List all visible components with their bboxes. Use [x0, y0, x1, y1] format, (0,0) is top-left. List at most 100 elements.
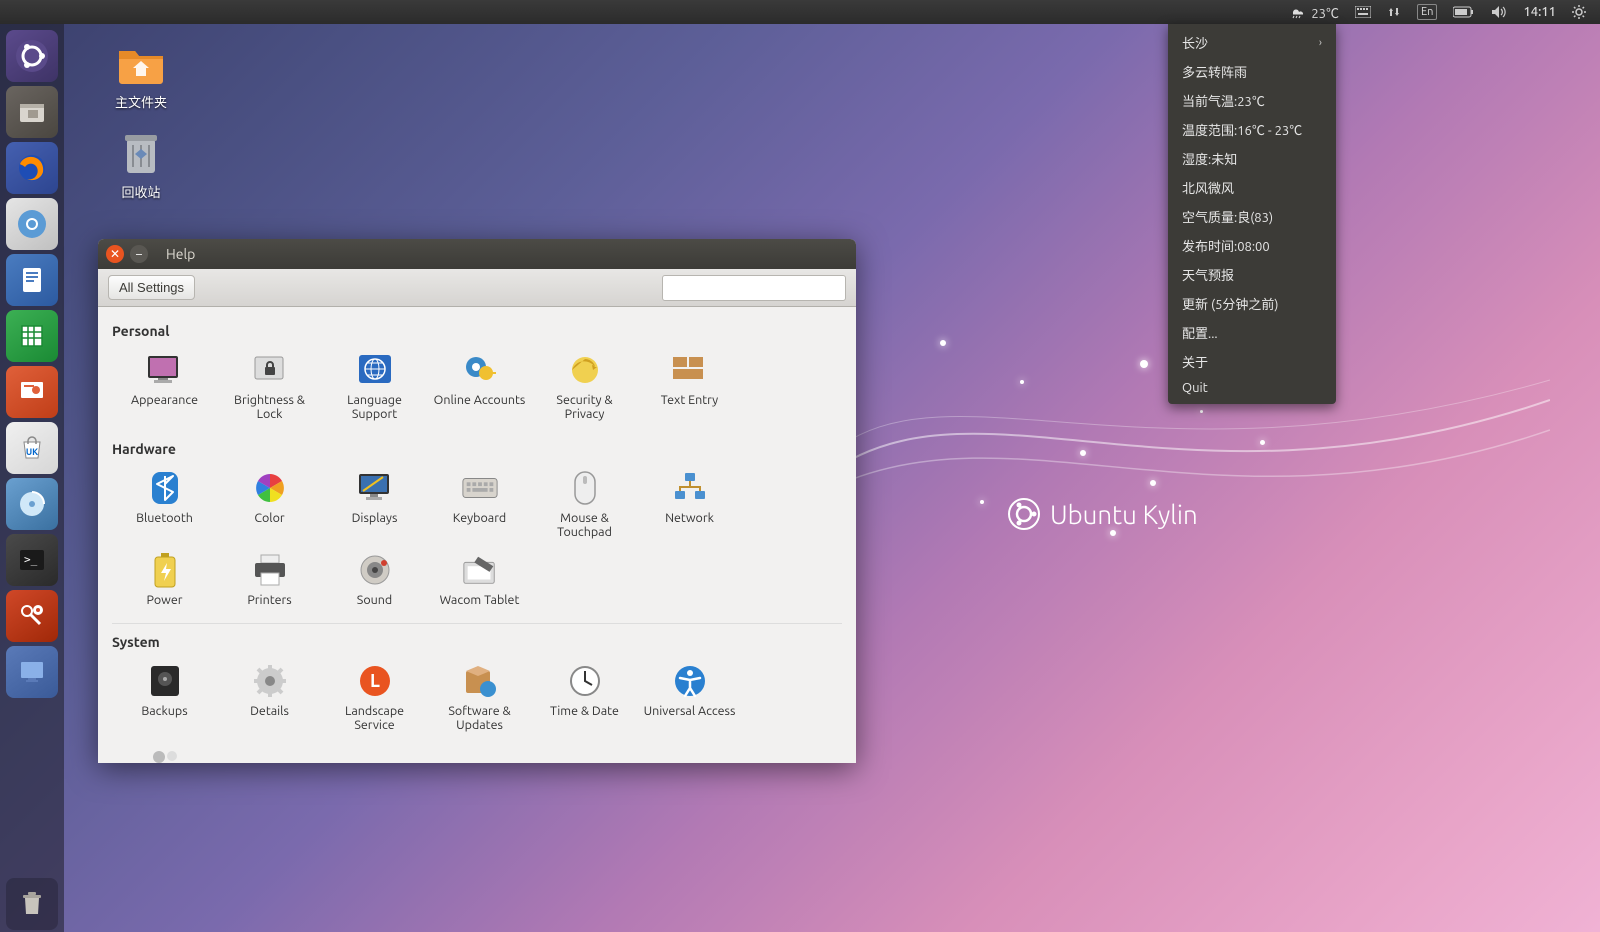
weather-about-item[interactable]: 关于: [1168, 347, 1336, 376]
weather-config-item[interactable]: 配置...: [1168, 318, 1336, 347]
tile-universal-access[interactable]: Universal Access: [637, 658, 742, 736]
launcher-firefox[interactable]: [6, 142, 58, 194]
sound-indicator[interactable]: [1483, 0, 1515, 24]
wrench-gear-icon: [14, 598, 50, 634]
landscape-service-icon: L: [356, 662, 394, 700]
tile-power[interactable]: Power: [112, 547, 217, 611]
input-method-indicator[interactable]: En: [1409, 0, 1445, 24]
launcher-monitor[interactable]: [6, 646, 58, 698]
tile-software-updates[interactable]: Software & Updates: [427, 658, 532, 736]
tile-text-entry[interactable]: Text Entry: [637, 347, 742, 425]
monitor-icon: [14, 654, 50, 690]
file-manager-icon: [14, 94, 50, 130]
window-close-button[interactable]: ✕: [106, 245, 124, 263]
launcher-calc[interactable]: [6, 310, 58, 362]
color-wheel-icon: [251, 469, 289, 507]
globe-flag-icon: [356, 351, 394, 389]
wallpaper-brand: Ubuntu Kylin: [1008, 498, 1198, 530]
settings-search[interactable]: [662, 275, 846, 301]
disk-icon: [14, 486, 50, 522]
tile-backups[interactable]: Backups: [112, 658, 217, 736]
section-hardware-title: Hardware: [112, 441, 842, 457]
weather-current-item[interactable]: 当前气温:23℃: [1168, 86, 1336, 115]
weather-dropdown: 长沙› 多云转阵雨 当前气温:23℃ 温度范围:16℃ - 23℃ 湿度:未知 …: [1168, 24, 1336, 404]
bluetooth-icon: [146, 469, 184, 507]
tile-brightness-lock[interactable]: Brightness & Lock: [217, 347, 322, 425]
desktop-home-folder[interactable]: 主文件夹: [96, 38, 186, 111]
tile-sound[interactable]: Sound: [322, 547, 427, 611]
keyboard-icon: [1355, 6, 1371, 18]
volume-icon: [1491, 5, 1507, 19]
launcher-software-center[interactable]: UK: [6, 422, 58, 474]
trash-icon: [14, 886, 50, 922]
desktop-trash[interactable]: 回收站: [96, 128, 186, 201]
weather-publish-item[interactable]: 发布时间:08:00: [1168, 231, 1336, 260]
window-minimize-button[interactable]: –: [130, 245, 148, 263]
weather-condition-item[interactable]: 多云转阵雨: [1168, 57, 1336, 86]
ubuntu-kylin-logo-icon: [1008, 498, 1040, 530]
launcher-disk[interactable]: [6, 478, 58, 530]
tile-user-accounts[interactable]: User Accounts: [112, 740, 217, 763]
desktop-trash-label: 回收站: [96, 182, 186, 201]
section-personal-title: Personal: [112, 323, 842, 339]
presentation-icon: [14, 374, 50, 410]
battery-power-icon: [146, 551, 184, 589]
tile-details[interactable]: Details: [217, 658, 322, 736]
info-gear-icon: [251, 662, 289, 700]
tile-mouse-touchpad[interactable]: Mouse & Touchpad: [532, 465, 637, 543]
tile-security-privacy[interactable]: Security & Privacy: [532, 347, 637, 425]
tile-time-date[interactable]: Time & Date: [532, 658, 637, 736]
tile-keyboard[interactable]: Keyboard: [427, 465, 532, 543]
session-indicator[interactable]: [1564, 0, 1594, 24]
tile-printers[interactable]: Printers: [217, 547, 322, 611]
weather-forecast-item[interactable]: 天气预报: [1168, 260, 1336, 289]
terminal-icon: >_: [14, 542, 50, 578]
weather-city-item[interactable]: 长沙›: [1168, 28, 1336, 57]
launcher-trash[interactable]: [6, 878, 58, 930]
network-indicator[interactable]: [1379, 0, 1409, 24]
tile-wacom[interactable]: Wacom Tablet: [427, 547, 532, 611]
section-hardware-grid: Bluetooth Color Displays Keyboard Mouse …: [112, 465, 842, 611]
search-input[interactable]: [675, 280, 851, 295]
launcher-chromium[interactable]: [6, 198, 58, 250]
battery-indicator[interactable]: [1445, 0, 1483, 24]
safe-icon: [146, 662, 184, 700]
system-settings-window: ✕ – Help All Settings Personal Appearanc…: [98, 239, 856, 763]
tile-online-accounts[interactable]: Online Accounts: [427, 347, 532, 425]
chevron-right-icon: ›: [1319, 37, 1322, 49]
brand-text: Ubuntu Kylin: [1050, 500, 1198, 529]
document-icon: [14, 262, 50, 298]
launcher-terminal[interactable]: >_: [6, 534, 58, 586]
weather-humidity-item[interactable]: 湿度:未知: [1168, 144, 1336, 173]
tile-landscape[interactable]: LLandscape Service: [322, 658, 427, 736]
launcher-writer[interactable]: [6, 254, 58, 306]
clock-indicator[interactable]: 14:11: [1515, 0, 1564, 24]
ubuntu-logo-icon: [14, 38, 50, 74]
weather-quit-item[interactable]: Quit: [1168, 376, 1336, 400]
weather-air-item[interactable]: 空气质量:良(83): [1168, 202, 1336, 231]
weather-indicator[interactable]: 23℃: [1281, 0, 1347, 24]
top-panel: 23℃ En 14:11: [0, 0, 1600, 24]
weather-wind-item[interactable]: 北风微风: [1168, 173, 1336, 202]
tile-displays[interactable]: Displays: [322, 465, 427, 543]
launcher-impress[interactable]: [6, 366, 58, 418]
tile-network[interactable]: Network: [637, 465, 742, 543]
tile-bluetooth[interactable]: Bluetooth: [112, 465, 217, 543]
launcher: UK >_: [0, 24, 64, 932]
all-settings-button[interactable]: All Settings: [108, 275, 195, 300]
launcher-settings[interactable]: [6, 590, 58, 642]
weather-update-item[interactable]: 更新 (5分钟之前): [1168, 289, 1336, 318]
shopping-bag-icon: UK: [14, 430, 50, 466]
launcher-files[interactable]: [6, 86, 58, 138]
keyboard-indicator[interactable]: [1347, 0, 1379, 24]
users-icon: [146, 744, 184, 763]
keyboard-hw-icon: [461, 469, 499, 507]
tile-appearance[interactable]: Appearance: [112, 347, 217, 425]
weather-range-item[interactable]: 温度范围:16℃ - 23℃: [1168, 115, 1336, 144]
launcher-dash[interactable]: [6, 30, 58, 82]
mouse-icon: [566, 469, 604, 507]
tile-color[interactable]: Color: [217, 465, 322, 543]
tile-language[interactable]: Language Support: [322, 347, 427, 425]
window-titlebar[interactable]: ✕ – Help: [98, 239, 856, 269]
updown-arrows-icon: [1387, 5, 1401, 19]
